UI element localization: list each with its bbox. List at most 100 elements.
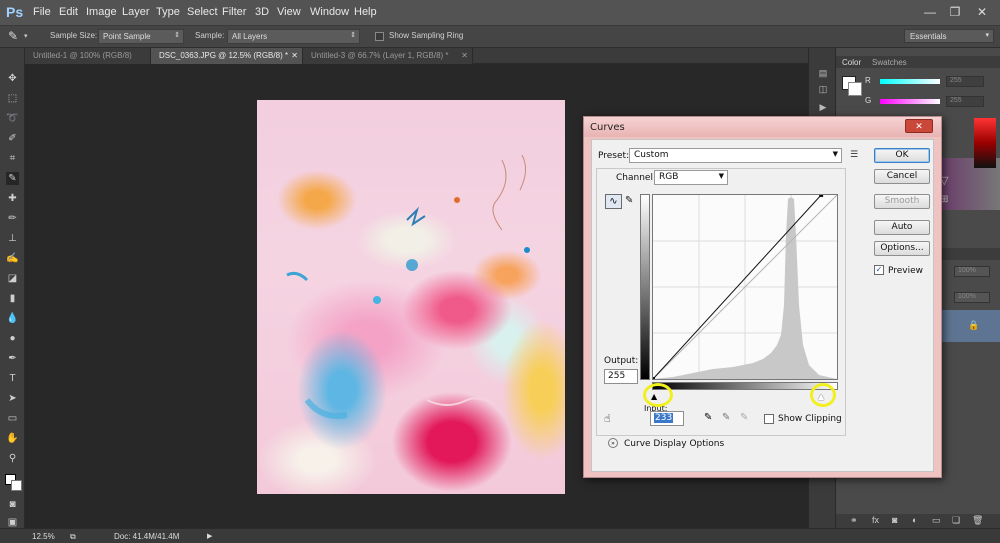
dialog-titlebar[interactable]: Curves ✕: [584, 117, 941, 137]
crop-tool-icon[interactable]: ⌗: [6, 152, 19, 165]
ok-button[interactable]: OK: [874, 148, 930, 163]
history-panel-icon[interactable]: ▤: [817, 68, 829, 78]
eyedropper-tool-icon[interactable]: ✎: [8, 29, 18, 43]
menu-window[interactable]: Window: [310, 6, 349, 18]
eraser-tool-icon[interactable]: ◪: [6, 272, 19, 285]
marquee-tool-icon[interactable]: ⬚: [6, 92, 19, 105]
options-button[interactable]: Options...: [874, 241, 930, 256]
minimize-button[interactable]: —: [920, 4, 940, 20]
quick-select-tool-icon[interactable]: ✐: [6, 132, 19, 145]
slider-value[interactable]: 255: [946, 96, 984, 107]
expand-chevron-icon[interactable]: »: [608, 438, 618, 448]
curve-graph[interactable]: [652, 194, 838, 380]
sample-select[interactable]: All Layers ⇕: [227, 29, 360, 44]
tab-swatches[interactable]: Swatches: [872, 58, 907, 67]
menu-help[interactable]: Help: [354, 6, 377, 18]
menu-file[interactable]: File: [33, 6, 51, 18]
brush-tool-icon[interactable]: ✏: [6, 212, 19, 225]
background-color-swatch[interactable]: [11, 480, 22, 491]
properties-panel-icon[interactable]: ◫: [817, 84, 829, 94]
document-image[interactable]: [257, 100, 565, 494]
doc-size: Doc: 41.4M/41.4M: [114, 532, 180, 541]
history-brush-icon[interactable]: ✍: [6, 252, 19, 265]
curve-display-options-label[interactable]: Curve Display Options: [624, 439, 724, 449]
close-icon[interactable]: ✕: [291, 48, 298, 64]
pencil-tool-icon[interactable]: ✎: [625, 195, 633, 206]
close-icon[interactable]: ✕: [461, 48, 468, 64]
chevron-down-icon[interactable]: ▾: [24, 32, 28, 40]
slider-track[interactable]: [880, 99, 940, 104]
shape-tool-icon[interactable]: ▭: [6, 412, 19, 425]
menu-select[interactable]: Select: [187, 6, 218, 18]
slider-value[interactable]: 255: [946, 76, 984, 87]
folder-icon[interactable]: ▭: [932, 515, 941, 526]
color-spectrum[interactable]: [974, 118, 996, 168]
hand-tool-icon[interactable]: ✋: [6, 432, 19, 445]
menu-view[interactable]: View: [277, 6, 301, 18]
chevron-down-icon: ▼: [832, 150, 838, 158]
link-icon[interactable]: ⚭: [850, 515, 858, 526]
curve-edit-tool-icon[interactable]: ∿: [605, 194, 622, 209]
show-sampling-ring-checkbox[interactable]: [375, 32, 384, 41]
type-tool-icon[interactable]: T: [6, 372, 19, 385]
background-color-swatch[interactable]: [848, 82, 862, 96]
close-icon[interactable]: ✕: [905, 119, 933, 133]
black-eyedropper-icon[interactable]: ✎: [704, 412, 712, 423]
smooth-button[interactable]: Smooth: [874, 194, 930, 209]
opacity-field[interactable]: 100%: [954, 266, 990, 277]
fill-field[interactable]: 100%: [954, 292, 990, 303]
eyedropper-tool-icon[interactable]: ✎: [6, 172, 19, 185]
layer-row-selected[interactable]: 🔒: [936, 310, 1000, 342]
show-clipping-checkbox[interactable]: [764, 414, 774, 424]
input-field[interactable]: 233: [650, 411, 684, 426]
menu-type[interactable]: Type: [156, 6, 180, 18]
fx-icon[interactable]: fx: [872, 515, 879, 525]
preview-checkbox[interactable]: ✓: [874, 265, 884, 275]
sample-size-select[interactable]: Point Sample ⇕: [98, 29, 184, 44]
trash-icon[interactable]: 🗑: [972, 515, 983, 526]
share-icon[interactable]: ⧉: [70, 532, 76, 542]
show-clipping-label: Show Clipping: [778, 414, 842, 424]
zoom-tool-icon[interactable]: ⚲: [6, 452, 19, 465]
input-gradient: [652, 382, 838, 390]
status-menu-arrow-icon[interactable]: ▶: [207, 532, 212, 540]
white-eyedropper-icon[interactable]: ✎: [740, 412, 748, 423]
preset-select[interactable]: Custom ▼: [629, 148, 842, 163]
tab-color[interactable]: Color: [842, 58, 861, 67]
tab-untitled-1[interactable]: Untitled-1 @ 100% (RGB/8): [25, 48, 151, 64]
auto-button[interactable]: Auto: [874, 220, 930, 235]
cancel-button[interactable]: Cancel: [874, 169, 930, 184]
tab-dsc-0363[interactable]: DSC_0363.JPG @ 12.5% (RGB/8) * ✕: [151, 48, 303, 64]
output-field[interactable]: 255: [604, 369, 638, 384]
slider-track[interactable]: [880, 79, 940, 84]
close-window-button[interactable]: ✕: [972, 4, 992, 20]
menu-filter[interactable]: Filter: [222, 6, 246, 18]
blur-tool-icon[interactable]: 💧: [6, 312, 19, 325]
menu-layer[interactable]: Layer: [122, 6, 150, 18]
gray-eyedropper-icon[interactable]: ✎: [722, 412, 730, 423]
menu-image[interactable]: Image: [86, 6, 117, 18]
healing-tool-icon[interactable]: ✚: [6, 192, 19, 205]
stamp-tool-icon[interactable]: ⊥: [6, 232, 19, 245]
menu-3d[interactable]: 3D: [255, 6, 269, 18]
menu-edit[interactable]: Edit: [59, 6, 78, 18]
workspace-select[interactable]: Essentials ▾: [904, 29, 994, 43]
mask-icon[interactable]: ◙: [892, 515, 897, 525]
pen-tool-icon[interactable]: ✒: [6, 352, 19, 365]
on-image-adjust-icon[interactable]: ☝: [604, 412, 611, 425]
actions-panel-icon[interactable]: ▶: [817, 102, 829, 112]
lasso-tool-icon[interactable]: ➰: [6, 112, 19, 125]
preset-options-icon[interactable]: ☰: [850, 150, 858, 160]
new-layer-icon[interactable]: ❏: [952, 515, 960, 526]
tab-untitled-3[interactable]: Untitled-3 @ 66.7% (Layer 1, RGB/8) * ✕: [303, 48, 473, 64]
quick-mask-icon[interactable]: ◙: [6, 498, 19, 511]
white-point-highlight: [810, 383, 836, 407]
dodge-tool-icon[interactable]: ●: [6, 332, 19, 345]
channel-select[interactable]: RGB ▼: [654, 170, 728, 185]
adjustment-layer-icon[interactable]: ◐: [912, 515, 917, 525]
path-select-tool-icon[interactable]: ➤: [6, 392, 19, 405]
gradient-tool-icon[interactable]: ▮: [6, 292, 19, 305]
maximize-button[interactable]: ❐: [945, 4, 965, 20]
move-tool-icon[interactable]: ✥: [6, 72, 19, 85]
zoom-level[interactable]: 12.5%: [32, 532, 55, 541]
